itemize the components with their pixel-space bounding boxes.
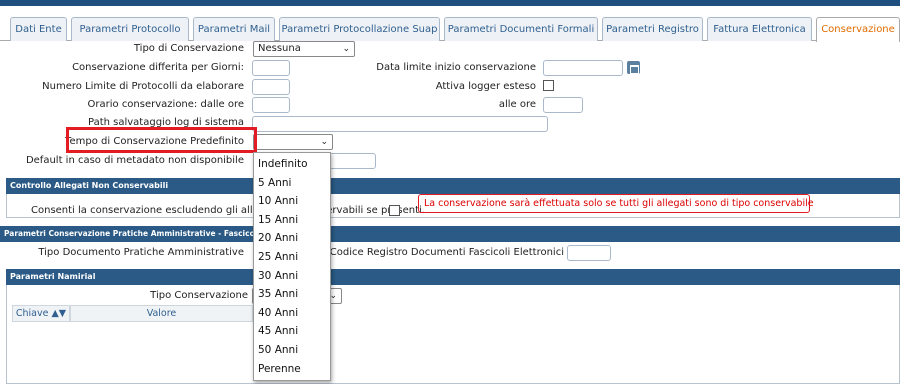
tab-parametri-protocollo[interactable]: Parametri Protocollo: [71, 17, 189, 41]
warning-message: La conservazione sarà effettuata solo se…: [418, 194, 814, 213]
differita-input[interactable]: [252, 60, 290, 76]
tab-parametri-registro[interactable]: Parametri Registro: [602, 17, 703, 41]
logger-label: Attiva logger esteso: [435, 81, 536, 92]
tempo-conservazione-dropdown[interactable]: Indefinito 5 Anni 10 Anni 15 Anni 20 Ann…: [253, 152, 331, 381]
sort-icon[interactable]: ▲▼: [52, 308, 67, 319]
col-chiave-header[interactable]: Chiave ▲▼: [12, 305, 70, 322]
tab-conservazione[interactable]: Conservazione: [816, 17, 900, 42]
differita-label: Conservazione differita per Giorni:: [72, 62, 244, 73]
numero-limite-label: Numero Limite di Protocolli da elaborare: [42, 81, 244, 92]
dropdown-option[interactable]: 35 Anni: [254, 285, 330, 304]
tipo-conservazione-label: Tipo di Conservazione: [133, 43, 244, 54]
dropdown-option[interactable]: 20 Anni: [254, 229, 330, 248]
codice-registro-input[interactable]: [567, 245, 611, 261]
tab-fattura-elettronica[interactable]: Fattura Elettronica: [707, 17, 812, 41]
data-limite-label: Data limite inizio conservazione: [376, 62, 536, 73]
tab-parametri-documenti-formali[interactable]: Parametri Documenti Formali: [444, 17, 598, 41]
tab-parametri-mail[interactable]: Parametri Mail: [193, 17, 275, 41]
calendar-icon[interactable]: [627, 61, 640, 74]
dropdown-option[interactable]: 45 Anni: [254, 322, 330, 341]
namirial-tipo-conservazione-label: Tipo Conservazione: [150, 290, 248, 301]
consenti-checkbox[interactable]: [389, 205, 400, 216]
chevron-down-icon: ⌄: [320, 137, 328, 147]
numero-limite-input[interactable]: [252, 79, 290, 95]
col-valore-header[interactable]: Valore: [70, 305, 253, 322]
default-metadato-input[interactable]: [328, 153, 376, 169]
dropdown-option[interactable]: 15 Anni: [254, 211, 330, 230]
path-log-input[interactable]: [252, 116, 548, 132]
orario-dalle-input[interactable]: [252, 97, 290, 113]
chevron-down-icon: ⌄: [342, 44, 350, 54]
dropdown-option[interactable]: 50 Anni: [254, 341, 330, 360]
highlight-box: [66, 127, 257, 153]
logger-checkbox[interactable]: [543, 80, 554, 91]
tipo-conservazione-select[interactable]: Nessuna ⌄: [253, 41, 355, 57]
tab-parametri-protocollazione-suap[interactable]: Parametri Protocollazione Suap: [279, 17, 440, 41]
alle-ore-label: alle ore: [498, 99, 536, 110]
dropdown-option[interactable]: 10 Anni: [254, 192, 330, 211]
section-allegati-header: Controllo Allegati Non Conservabili: [6, 178, 900, 194]
tempo-predefinito-select[interactable]: ⌄: [253, 134, 333, 150]
tab-bar: Dati Ente Parametri Protocollo Parametri…: [0, 17, 900, 42]
dropdown-option[interactable]: 5 Anni: [254, 174, 330, 193]
orario-dalle-label: Orario conservazione: dalle ore: [87, 99, 244, 110]
consenti-label: Consenti la conservazione escludendo gli…: [31, 205, 425, 216]
top-bar: [0, 0, 900, 6]
tipo-documento-label: Tipo Documento Pratiche Amministrative: [38, 247, 244, 258]
dropdown-option[interactable]: Perenne: [254, 360, 330, 379]
tipo-conservazione-value: Nessuna: [258, 43, 301, 54]
dropdown-option[interactable]: 30 Anni: [254, 267, 330, 286]
section-namirial-body: [6, 285, 900, 384]
tab-dati-ente[interactable]: Dati Ente: [10, 17, 67, 41]
dropdown-option[interactable]: 40 Anni: [254, 304, 330, 323]
col-chiave-label: Chiave: [15, 308, 49, 319]
default-metadato-label: Default in caso di metadato non disponib…: [25, 155, 244, 166]
dropdown-option[interactable]: 25 Anni: [254, 248, 330, 267]
section-namirial-header: Parametri Namirial: [6, 269, 900, 285]
codice-registro-label: Codice Registro Documenti Fascicoli Elet…: [329, 247, 564, 258]
data-limite-input[interactable]: [543, 60, 623, 76]
dropdown-option[interactable]: Indefinito: [254, 155, 330, 174]
alle-ore-input[interactable]: [543, 97, 583, 113]
section-pratiche-header: Parametri Conservazione Pratiche Amminis…: [0, 226, 900, 242]
